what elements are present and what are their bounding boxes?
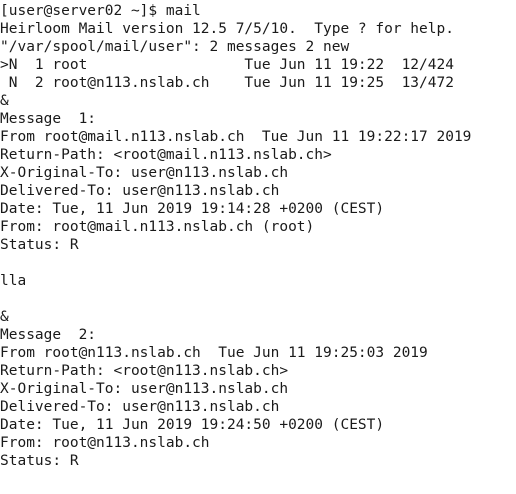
message-header-row-1[interactable]: >N 1 root Tue Jun 11 19:22 12/424 — [0, 56, 516, 74]
message-2-title: Message 2: — [0, 327, 97, 343]
mail-version-banner: Heirloom Mail version 12.5 7/5/10. Type … — [0, 21, 454, 37]
mail-command-prompt: & — [0, 93, 9, 109]
shell-prompt-line: [user@server02 ~]$ mail — [0, 3, 201, 19]
message-1-return-path: Return-Path: <root@mail.n113.nslab.ch> — [0, 147, 332, 163]
mail-command-prompt: & — [0, 309, 9, 325]
message-2-status: Status: R — [0, 453, 79, 469]
message-header-row-2[interactable]: N 2 root@n113.nslab.ch Tue Jun 11 19:25 … — [0, 74, 516, 92]
terminal-window[interactable]: [user@server02 ~]$ mail Heirloom Mail ve… — [0, 0, 516, 494]
message-1-original-to: X-Original-To: user@n113.nslab.ch — [0, 165, 289, 181]
message-1-body: lla — [0, 273, 27, 289]
message-2-return-path: Return-Path: <root@n113.nslab.ch> — [0, 363, 289, 379]
message-1-from: From: root@mail.n113.nslab.ch (root) — [0, 219, 315, 235]
message-1-delivered-to: Delivered-To: user@n113.nslab.ch — [0, 183, 280, 199]
message-1-envelope-from: From root@mail.n113.nslab.ch Tue Jun 11 … — [0, 129, 472, 145]
message-2-envelope-from: From root@n113.nslab.ch Tue Jun 11 19:25… — [0, 345, 428, 361]
message-2-date: Date: Tue, 11 Jun 2019 19:24:50 +0200 (C… — [0, 417, 385, 433]
message-2-from: From: root@n113.nslab.ch — [0, 435, 210, 451]
message-1-title: Message 1: — [0, 111, 97, 127]
message-2-original-to: X-Original-To: user@n113.nslab.ch — [0, 381, 289, 397]
message-2-delivered-to: Delivered-To: user@n113.nslab.ch — [0, 399, 280, 415]
mailbox-summary: "/var/spool/mail/user": 2 messages 2 new — [0, 39, 350, 55]
message-1-status: Status: R — [0, 237, 79, 253]
message-1-date: Date: Tue, 11 Jun 2019 19:14:28 +0200 (C… — [0, 201, 385, 217]
